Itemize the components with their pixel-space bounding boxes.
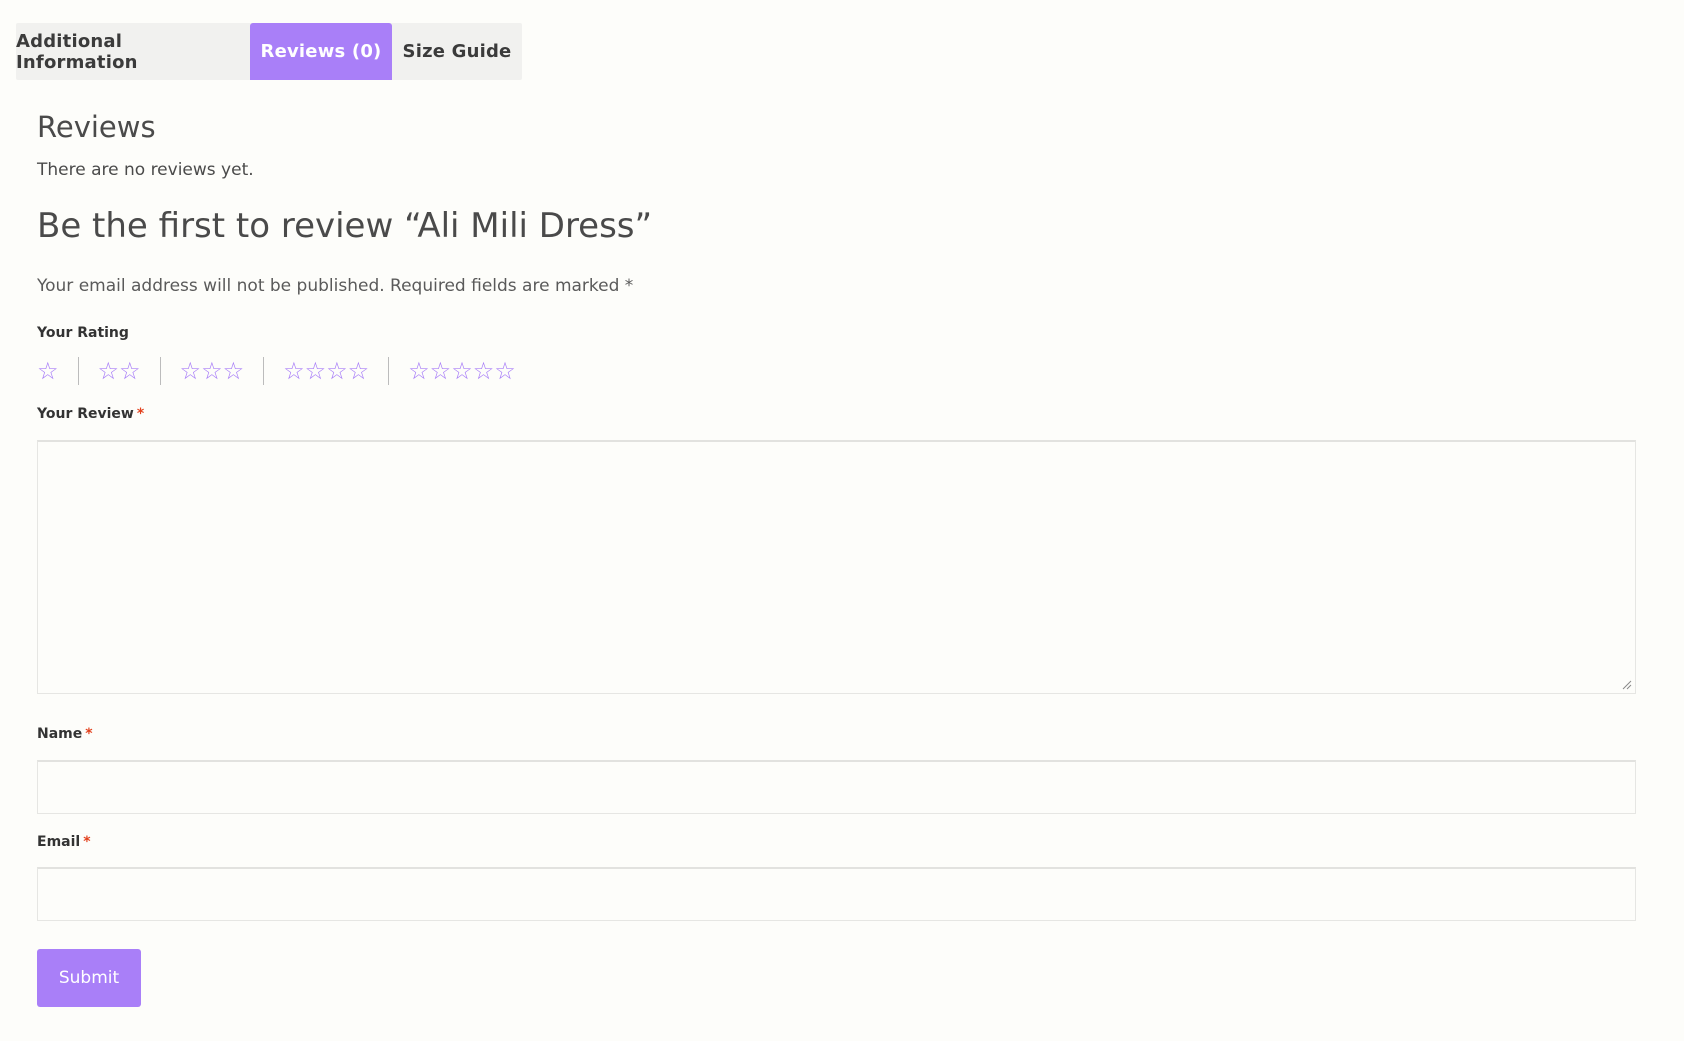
star-outline-icon: ☆ <box>119 357 141 385</box>
star-outline-icon: ☆ <box>304 357 327 385</box>
star-outline-icon: ☆ <box>494 357 516 385</box>
rating-5-stars[interactable]: ☆ ☆ ☆ ☆ ☆ <box>408 359 516 383</box>
review-label-text: Your Review <box>37 406 134 422</box>
rating-separator <box>263 357 265 385</box>
star-outline-icon: ☆ <box>179 357 202 385</box>
required-mark: * <box>83 834 91 850</box>
star-outline-icon: ☆ <box>283 357 305 385</box>
review-textarea[interactable] <box>37 440 1636 694</box>
rating-1-star[interactable]: ☆ <box>37 359 59 383</box>
rating-separator <box>77 357 79 385</box>
star-outline-icon: ☆ <box>326 357 348 385</box>
star-outline-icon: ☆ <box>451 357 473 385</box>
no-reviews-text: There are no reviews yet. <box>37 160 254 180</box>
rating-label: Your Rating <box>37 325 129 341</box>
star-outline-icon: ☆ <box>429 357 452 385</box>
review-form-title: Be the first to review “Ali Mili Dress” <box>37 206 653 246</box>
star-outline-icon: ☆ <box>408 357 430 385</box>
form-notes: Your email address will not be published… <box>37 276 634 296</box>
star-outline-icon: ☆ <box>37 357 59 385</box>
star-outline-icon: ☆ <box>97 357 120 385</box>
product-tabs: Additional Information Reviews (0) Size … <box>16 23 522 80</box>
email-field[interactable] <box>37 867 1636 921</box>
star-outline-icon: ☆ <box>347 357 370 385</box>
name-label: Name * <box>37 726 93 742</box>
star-outline-icon: ☆ <box>222 357 245 385</box>
rating-separator <box>388 357 390 385</box>
required-mark: * <box>85 726 93 742</box>
star-outline-icon: ☆ <box>201 357 223 385</box>
reviews-title: Reviews <box>37 110 156 144</box>
name-field[interactable] <box>37 760 1636 814</box>
tab-reviews[interactable]: Reviews (0) <box>250 23 392 80</box>
name-label-text: Name <box>37 726 83 742</box>
required-mark: * <box>136 406 145 422</box>
star-outline-icon: ☆ <box>472 357 495 385</box>
tab-size-guide[interactable]: Size Guide <box>392 23 522 80</box>
rating-selector: ☆ ☆ ☆ ☆ ☆ ☆ ☆ ☆ ☆ ☆ ☆ ☆ ☆ ☆ ☆ <box>37 355 516 387</box>
rating-4-stars[interactable]: ☆ ☆ ☆ ☆ <box>283 359 369 383</box>
email-label: Email * <box>37 834 91 850</box>
submit-button[interactable]: Submit <box>37 949 141 1007</box>
rating-separator <box>159 357 161 385</box>
email-label-text: Email <box>37 834 81 850</box>
rating-3-stars[interactable]: ☆ ☆ ☆ <box>180 359 245 383</box>
rating-2-stars[interactable]: ☆ ☆ <box>98 359 141 383</box>
review-label: Your Review * <box>37 406 144 422</box>
tab-additional-information[interactable]: Additional Information <box>16 23 250 80</box>
resize-handle-icon[interactable] <box>1620 678 1632 690</box>
